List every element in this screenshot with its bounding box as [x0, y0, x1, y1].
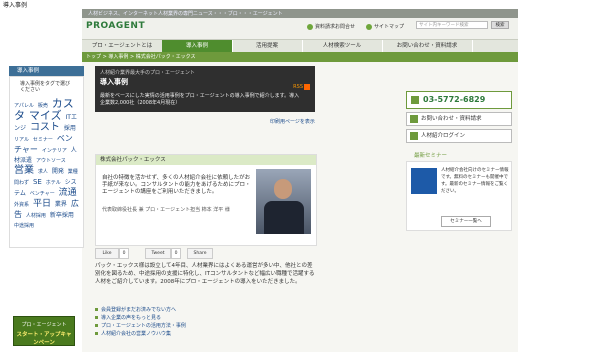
- tag-item[interactable]: SE: [33, 178, 42, 186]
- tag-item[interactable]: リアル: [14, 137, 29, 143]
- tag-item[interactable]: 中途採用: [14, 223, 34, 229]
- social-buttons: Like 0 Tweet 0 Share: [95, 248, 315, 259]
- nav-item-about[interactable]: プロ・エージェントとは: [82, 40, 163, 52]
- header: 人材ビジネス、インターネット人材業界の専門ニュース・・・ブロ・・・エージェント …: [82, 9, 518, 39]
- tagline-bar: 人材ビジネス、インターネット人材業界の専門ニュース・・・ブロ・・・エージェント: [82, 9, 518, 18]
- nav-item-contact[interactable]: お問い合わせ・資料請求: [382, 40, 473, 52]
- tag-item[interactable]: コスト: [30, 122, 60, 133]
- sidebar-header: 導入事例: [9, 66, 84, 76]
- search-button[interactable]: 検索: [491, 21, 509, 29]
- case-article: 株式会社パック・エックス 自社の特徴を活かせず、多くの人材紹介会社に依頼したがお…: [95, 154, 317, 246]
- mail-icon: [410, 115, 418, 123]
- print-page-link[interactable]: 印刷用ページを表示: [270, 118, 315, 125]
- tag-item[interactable]: ベンチャー: [30, 191, 55, 197]
- seminar-title: 最新セミナー: [414, 153, 448, 159]
- related-link[interactable]: 導入企業の声をもっと見る: [95, 314, 315, 322]
- browser-tab-title: 導入事例: [3, 2, 28, 9]
- sidebar: 導入事例 導入事例をタグで選びください アパレル 販売 カスタ マイズ ITエン…: [9, 66, 84, 342]
- main-content: 人材紹介業界最大手のプロ・エージェント 導入事例 RSS 最新をベースにした実情…: [95, 66, 325, 337]
- tag-item[interactable]: 人材採用: [26, 213, 46, 219]
- tag-item[interactable]: 外資系: [14, 202, 29, 208]
- banner-top-text: プロ・エージェント: [21, 322, 67, 328]
- login-button[interactable]: 人材紹介ログイン: [406, 129, 512, 143]
- hero-box: 人材紹介業界最大手のプロ・エージェント 導入事例 RSS 最新をベースにした実情…: [95, 66, 315, 112]
- logo[interactable]: PROAGENT: [86, 21, 145, 31]
- breadcrumb: トップ > 導入事例 > 株式会社パック・エックス: [82, 52, 518, 62]
- contact-icon: [307, 23, 313, 30]
- like-count: 0: [119, 248, 129, 259]
- sidebar-note: 導入事例をタグで選びください: [20, 81, 71, 93]
- tag-item[interactable]: 求人: [38, 169, 48, 175]
- tag-item[interactable]: 採用: [64, 125, 76, 132]
- page-title: 導入事例: [100, 78, 128, 86]
- nav-item-cases[interactable]: 導入事例: [162, 40, 233, 52]
- facebook-like-button[interactable]: Like: [95, 248, 119, 259]
- tag-item[interactable]: 営業: [14, 165, 34, 176]
- contact-button[interactable]: お問い合わせ・資料請求: [406, 112, 512, 126]
- browser-bar: 導入事例: [0, 0, 600, 9]
- tag-list: アパレル 販売 カスタ マイズ ITエンジ コスト 採用 リアル セミナー ベン…: [10, 97, 83, 233]
- main-nav: プロ・エージェントとは 導入事例 活用提案 人材検索ツール お問い合わせ・資料請…: [82, 39, 518, 53]
- header-link-sitemap[interactable]: サイトマップ: [366, 23, 404, 30]
- phone-icon: [411, 96, 419, 104]
- tag-item[interactable]: ホテル: [46, 180, 61, 186]
- tag-item[interactable]: セミナー: [33, 137, 53, 143]
- tag-cloud: 導入事例をタグで選びください アパレル 販売 カスタ マイズ ITエンジ コスト…: [9, 76, 84, 248]
- right-sidebar: 03-5772-6829 お問い合わせ・資料請求 人材紹介ログイン 最新セミナー…: [406, 91, 512, 231]
- related-link[interactable]: 人材紹介会社の営業ノウハウ集: [95, 330, 315, 338]
- tagline: 人材ビジネス、インターネット人材業界の専門ニュース・・・ブロ・・・エージェント: [88, 11, 283, 17]
- seminar-list-button[interactable]: セミナー一覧へ: [441, 216, 491, 227]
- company-name: 株式会社パック・エックス: [96, 155, 316, 165]
- seminar-box: 人材紹介会社向けのセミナー情報です。無料のセミナーも開催中です。最新のセミナー情…: [406, 161, 512, 231]
- campaign-banner[interactable]: プロ・エージェント スタート・アップキャンペーン: [13, 316, 75, 346]
- tag-item[interactable]: マイズ: [29, 109, 62, 122]
- phone-number: 03-5772-6829: [406, 91, 512, 109]
- login-icon: [410, 132, 418, 140]
- article-lead: 自社の特徴を活かせず、多くの人材紹介会社に依頼したがお手紙が来ない。コンサルタン…: [102, 175, 251, 195]
- tag-item[interactable]: 平日: [33, 199, 51, 209]
- banner-bottom-text: スタート・アップキャンペーン: [16, 332, 72, 346]
- tweet-count: 0: [171, 248, 181, 259]
- tweet-button[interactable]: Tweet: [145, 248, 171, 259]
- rss-icon[interactable]: [304, 84, 310, 90]
- related-link[interactable]: 会員登録がまだお済みでない方へ: [95, 306, 315, 314]
- search-input[interactable]: サイト内キーワード検索: [416, 21, 488, 29]
- tag-item[interactable]: 新卒採用: [50, 212, 74, 219]
- share-button[interactable]: Share: [187, 248, 213, 259]
- tag-item[interactable]: 開発: [52, 168, 64, 175]
- interviewee-photo: [256, 169, 311, 234]
- seminar-text: 人材紹介会社向けのセミナー情報です。無料のセミナーも開催中です。最新のセミナー情…: [441, 168, 509, 194]
- rss-link[interactable]: RSS: [293, 84, 303, 90]
- related-link[interactable]: プロ・エージェントの活用方法・事例: [95, 322, 315, 330]
- breadcrumb-text[interactable]: トップ > 導入事例 > 株式会社パック・エックス: [86, 53, 196, 60]
- seminar-image[interactable]: [411, 168, 437, 194]
- sitemap-icon: [366, 23, 372, 30]
- case-description: パック・エックス様は設立して4年目、人材業界にはよくある運営が多い中、他社との差…: [95, 263, 315, 285]
- nav-item-proposal[interactable]: 活用提案: [232, 40, 303, 52]
- tag-item[interactable]: 流通: [59, 188, 77, 198]
- tag-item[interactable]: アウトソース: [36, 158, 66, 164]
- hero-text: 最新をベースにした実情の活用事例をプロ・エージェントの導入事例で紹介します。導入…: [100, 93, 300, 106]
- header-link-contact[interactable]: 資料請求お問合せ: [307, 23, 355, 30]
- tag-item[interactable]: インテリア: [42, 148, 67, 154]
- interviewee-info: 代表取締役社長 兼 プロ・エージェント担当 柿本 洋平 様: [102, 207, 230, 213]
- hero-subtitle: 人材紹介業界最大手のプロ・エージェント: [100, 70, 195, 76]
- nav-item-tools[interactable]: 人材検索ツール: [302, 40, 383, 52]
- tag-item[interactable]: 業界: [55, 201, 67, 208]
- related-links: 会員登録がまだお済みでない方へ 導入企業の声をもっと見る プロ・エージェントの活…: [95, 306, 315, 338]
